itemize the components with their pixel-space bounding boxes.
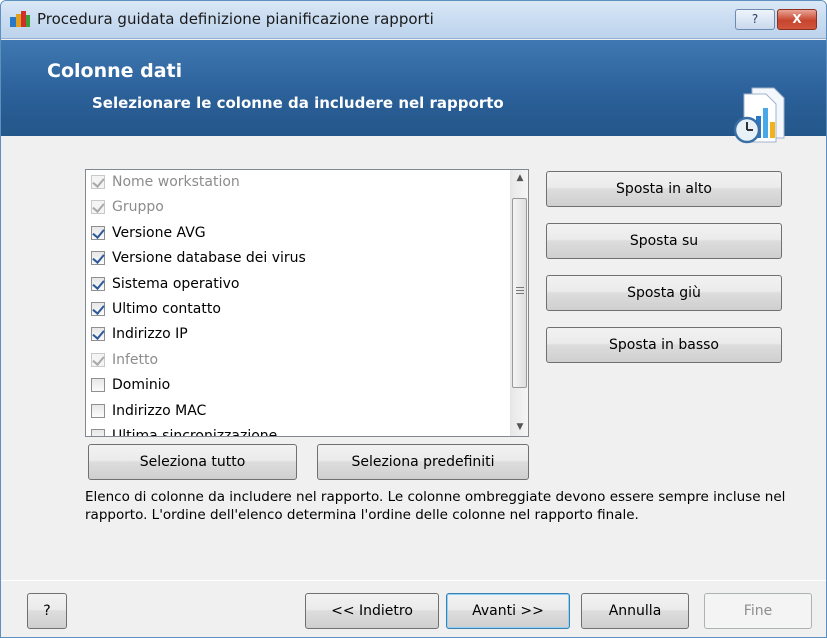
scroll-up-arrow-icon[interactable]: ▲ [514,170,526,187]
move-bottom-button[interactable]: Sposta in basso [546,327,782,363]
help-button[interactable]: ? [27,593,67,629]
list-scrollbar[interactable]: ▲ ▼ [510,170,528,436]
columns-list: Nome workstation Gruppo Versione AVG Versio… [86,170,510,437]
column-list-item: Gruppo [86,195,510,220]
title-bar[interactable]: Procedura guidata definizione pianificaz… [1,1,826,39]
close-button[interactable]: X [777,9,817,30]
avg-logo-icon [10,11,30,27]
column-label: Ultimo contatto [112,300,221,317]
column-list-item[interactable]: Sistema operativo [86,272,510,297]
cancel-button[interactable]: Annulla [581,593,689,629]
column-checkbox [91,175,105,189]
column-checkbox [91,352,105,367]
column-label: Versione AVG [112,224,206,241]
column-list-item[interactable]: Ultima sincronizzazione [86,424,510,437]
window-title: Procedura guidata definizione pianificaz… [37,10,434,28]
column-checkbox [91,200,105,215]
footer-divider [1,580,826,581]
scroll-down-arrow-icon[interactable]: ▼ [514,419,526,436]
next-button[interactable]: Avanti >> [446,593,570,629]
back-button[interactable]: << Indietro [305,593,439,629]
column-checkbox[interactable] [91,327,105,342]
scroll-thumb[interactable] [512,198,527,388]
move-down-button[interactable]: Sposta giù [546,275,782,311]
wizard-header: Colonne dati Selezionare le colonne da i… [1,40,826,144]
column-list-item[interactable]: Versione database dei virus [86,246,510,271]
column-list-item: Infetto [86,348,510,373]
column-label: Nome workstation [112,174,240,190]
column-list-item[interactable]: Ultimo contatto [86,297,510,322]
column-label: Sistema operativo [112,275,240,292]
page-title: Colonne dati [47,60,183,82]
column-checkbox[interactable] [91,276,105,291]
column-list-item[interactable]: Indirizzo MAC [86,399,510,424]
column-checkbox[interactable] [91,225,105,240]
column-checkbox[interactable] [91,251,105,266]
title-help-button[interactable]: ? [735,9,775,30]
column-checkbox[interactable] [91,301,105,316]
column-checkbox[interactable] [91,378,105,393]
column-list-item[interactable]: Indirizzo IP [86,322,510,347]
columns-listbox[interactable]: Nome workstation Gruppo Versione AVG Versio… [85,169,529,437]
finish-button: Fine [704,593,812,629]
column-label: Dominio [112,377,171,394]
select-defaults-button[interactable]: Seleziona predefiniti [317,444,529,480]
column-label: Indirizzo MAC [112,402,207,419]
page-subtitle: Selezionare le colonne da includere nel … [92,94,504,112]
close-icon: X [792,12,802,26]
column-label: Indirizzo IP [112,326,188,343]
column-list-item[interactable]: Dominio [86,373,510,398]
column-label: Gruppo [112,199,164,216]
column-list-item[interactable]: Versione AVG [86,221,510,246]
column-list-item: Nome workstation [86,170,510,195]
wizard-window: Procedura guidata definizione pianificaz… [0,0,827,638]
move-top-button[interactable]: Sposta in alto [546,171,782,207]
grip-icon [516,287,524,294]
column-checkbox[interactable] [91,403,105,418]
column-label: Ultima sincronizzazione [112,427,278,437]
report-schedule-icon [734,87,785,144]
select-all-button[interactable]: Seleziona tutto [88,444,297,480]
move-up-button[interactable]: Sposta su [546,223,782,259]
column-label: Versione database dei virus [112,250,306,267]
column-label: Infetto [112,351,159,368]
column-checkbox[interactable] [91,428,105,436]
description-text: Elenco di colonne da includere nel rappo… [85,489,786,523]
